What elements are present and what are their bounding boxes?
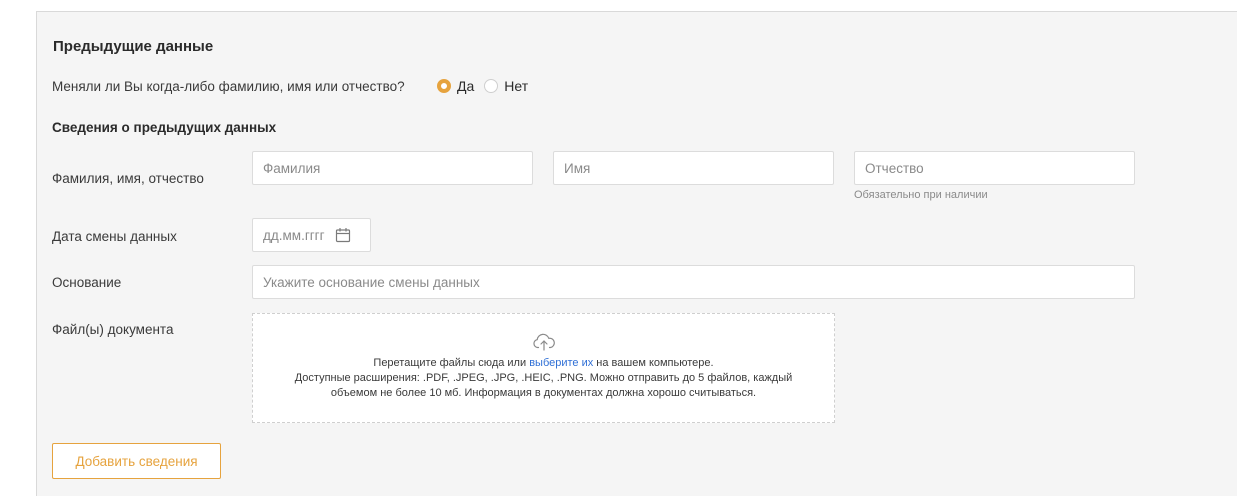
choose-files-link[interactable]: выберите их [529,357,593,369]
previous-data-subtitle: Сведения о предыдущих данных [52,120,277,135]
name-placeholder: Имя [564,160,591,176]
reason-placeholder: Укажите основание смены данных [263,274,480,290]
patronymic-placeholder: Отчество [865,160,924,176]
cloud-upload-icon [532,333,555,351]
name-change-radio-group: Да Нет [437,78,538,94]
upload-instructions-line2: Доступные расширения: .PDF, .JPEG, .JPG,… [294,372,793,384]
name-change-question: Меняли ли Вы когда-либо фамилию, имя или… [52,79,405,94]
file-label: Файл(ы) документа [52,322,174,337]
radio-yes-indicator[interactable] [437,79,451,93]
radio-no[interactable]: Нет [484,78,528,94]
fio-label: Фамилия, имя, отчество [52,171,204,186]
previous-data-panel: Предыдущие данные Меняли ли Вы когда-либ… [36,11,1237,496]
add-info-button[interactable]: Добавить сведения [52,443,221,479]
section-title: Предыдущие данные [53,38,214,55]
radio-yes-label[interactable]: Да [457,78,474,94]
file-dropzone[interactable]: Перетащите файлы сюда или выберите их на… [252,313,835,423]
surname-input[interactable]: Фамилия [252,151,533,185]
surname-placeholder: Фамилия [263,160,321,176]
reason-input[interactable]: Укажите основание смены данных [252,265,1135,299]
date-label: Дата смены данных [52,229,177,244]
patronymic-input[interactable]: Отчество [854,151,1135,185]
upload-instructions-line1: Перетащите файлы сюда или выберите их на… [373,356,713,371]
radio-yes[interactable]: Да [437,78,474,94]
date-input[interactable]: дд.мм.гггг [252,218,371,252]
patronymic-hint: Обязательно при наличии [854,189,988,201]
radio-no-indicator[interactable] [484,79,499,93]
upload-instructions-line3: объемом не более 10 мб. Информация в док… [330,387,757,399]
reason-label: Основание [52,275,122,290]
name-input[interactable]: Имя [553,151,834,185]
calendar-icon[interactable] [335,227,351,243]
upload-text-after: на вашем компьютере. [593,357,714,369]
radio-no-label[interactable]: Нет [504,78,528,94]
date-placeholder: дд.мм.гггг [263,227,325,243]
upload-text-before: Перетащите файлы сюда или [373,357,530,369]
